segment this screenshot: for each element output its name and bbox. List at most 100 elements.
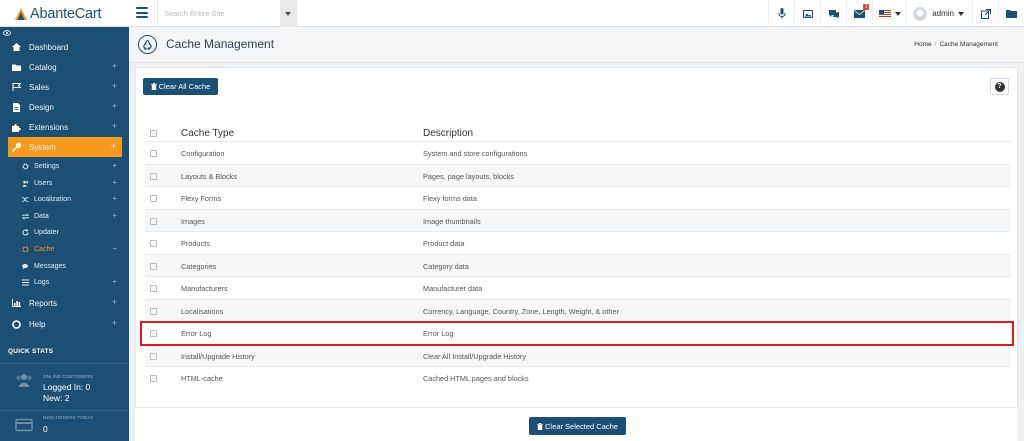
help-button[interactable]: ? (990, 78, 1009, 95)
sidebar-item-logs[interactable]: Logs + (0, 274, 129, 290)
clear-selected-cache-label: Clear Selected Cache (545, 421, 618, 431)
row-checkbox[interactable] (150, 172, 157, 180)
sidebar-item-system[interactable]: System + (8, 137, 122, 157)
row-checkbox[interactable] (150, 285, 157, 292)
description-cell: Clear All Install/Upgrade History (423, 351, 527, 361)
row-checkbox[interactable] (150, 330, 157, 337)
new-orders-caption: NEW ORDERS TODAY (43, 415, 94, 420)
sidebar-item-updater[interactable]: Updater (0, 224, 129, 240)
breadcrumb-home[interactable]: Home (914, 41, 931, 48)
collapse-icon[interactable]: − (112, 245, 117, 253)
row-checkbox[interactable] (150, 217, 157, 225)
expand-icon[interactable]: + (112, 122, 117, 131)
table-row: Flexy Forms Flexy forms data (145, 186, 1011, 209)
expand-icon[interactable]: + (112, 278, 117, 286)
voice-search-button[interactable] (768, 0, 794, 27)
cache-panel: Clear All Cache ? Cache Type Description… (135, 67, 1018, 441)
folder-icon (12, 63, 21, 72)
microphone-icon (778, 8, 786, 19)
cache-type-cell: Products (181, 239, 210, 248)
sidebar-item-dashboard[interactable]: Dashboard (0, 37, 129, 57)
table-row: Configuration System and store configura… (145, 141, 1011, 164)
exchange-icon (22, 212, 29, 220)
messages-button[interactable] (820, 0, 846, 27)
credit-card-icon (15, 418, 33, 432)
cache-type-cell: Images (181, 216, 205, 226)
online-customers-stat: ONLINE CUSTOMERS Logged In: 0 New: 2 (0, 363, 129, 409)
table-row: Localisations Currency, Language, Countr… (145, 298, 1011, 321)
logo[interactable]: AbanteCart (0, 0, 129, 27)
clear-all-cache-label: Clear All Cache (158, 82, 211, 91)
open-storefront-button[interactable] (972, 0, 998, 27)
row-checkbox[interactable] (150, 195, 157, 202)
table-row: Manufacturers Manufacturer data (145, 276, 1011, 299)
sidebar-item-label: Design (29, 102, 54, 112)
expand-icon[interactable]: + (112, 162, 117, 170)
sidebar-item-data[interactable]: Data + (0, 208, 129, 224)
sidebar-item-users[interactable]: Users + (0, 175, 129, 191)
sidebar-item-label: Data (34, 212, 49, 220)
sidebar-item-design[interactable]: Design + (0, 97, 129, 117)
expand-icon[interactable]: + (112, 298, 117, 307)
eye-icon[interactable] (3, 30, 11, 36)
breadcrumb: Home / Cache Management (914, 41, 998, 48)
table-row: Categories Category data (145, 253, 1011, 276)
comments-icon (828, 9, 839, 18)
page-header: Cache Management Home / Cache Management (129, 27, 1024, 63)
expand-icon[interactable]: + (112, 212, 117, 220)
menu-toggle-icon[interactable] (136, 7, 148, 19)
expand-icon[interactable]: + (112, 195, 117, 203)
table-row: Images Image thumbnails (145, 208, 1011, 231)
user-menu[interactable]: admin (906, 0, 972, 27)
row-checkbox[interactable] (150, 375, 157, 382)
description-cell: Manufacturer data (423, 284, 483, 293)
expand-icon[interactable]: + (112, 62, 117, 71)
sidebar-item-help[interactable]: Help + (0, 314, 129, 334)
new-orders-stat: NEW ORDERS TODAY 0 (0, 410, 129, 441)
cache-type-cell: Layouts & Blocks (181, 171, 237, 181)
sidebar-item-extensions[interactable]: Extensions + (0, 117, 129, 137)
select-all-checkbox[interactable] (150, 130, 157, 137)
table-row: Products Product data (145, 231, 1011, 254)
clear-selected-cache-button[interactable]: Clear Selected Cache (529, 417, 626, 435)
expand-icon[interactable]: + (112, 179, 117, 187)
media-button[interactable] (794, 0, 820, 27)
cache-type-cell: Flexy Forms (181, 194, 222, 203)
description-cell: Product data (423, 239, 465, 248)
gears-icon (22, 163, 29, 170)
expand-icon[interactable]: + (112, 319, 117, 328)
sidebar-item-label: Dashboard (29, 42, 69, 52)
chart-icon (12, 299, 21, 308)
sidebar-item-sales[interactable]: Sales + (0, 77, 129, 97)
clear-all-cache-button[interactable]: Clear All Cache (143, 78, 218, 95)
breadcrumb-current: Cache Management (939, 41, 998, 48)
search-dropdown-button[interactable] (280, 0, 296, 27)
sidebar-item-reports[interactable]: Reports + (0, 293, 129, 313)
sidebar-item-messages[interactable]: Messages (0, 258, 129, 274)
language-select[interactable] (872, 0, 906, 27)
description-cell: Cached HTML pages and blocks (423, 374, 529, 383)
sidebar-item-cache[interactable]: Cache − (0, 241, 129, 257)
row-checkbox[interactable] (150, 240, 157, 247)
expand-icon[interactable]: + (111, 142, 116, 151)
trash-icon (537, 422, 544, 430)
expand-icon[interactable]: + (112, 102, 117, 111)
description-cell: Pages, page layouts, blocks (423, 171, 514, 181)
row-checkbox[interactable] (150, 307, 157, 315)
sidebar-item-label: Users (34, 179, 53, 187)
flag-icon (12, 83, 21, 92)
expand-icon[interactable]: + (112, 82, 117, 91)
folder-icon (1006, 10, 1017, 18)
file-manager-button[interactable] (998, 0, 1024, 27)
mail-button[interactable]: 1 (846, 0, 872, 27)
sidebar-item-label: Help (29, 319, 46, 329)
row-checkbox[interactable] (150, 262, 157, 270)
sidebar-item-settings[interactable]: Settings + (0, 158, 129, 174)
row-checkbox[interactable] (150, 352, 157, 360)
main-content: Cache Management Home / Cache Management C… (129, 27, 1024, 441)
sidebar-item-localization[interactable]: Localization + (0, 191, 129, 207)
sidebar-item-catalog[interactable]: Catalog + (0, 57, 129, 77)
search-input[interactable] (158, 1, 280, 26)
row-checkbox[interactable] (150, 150, 157, 157)
online-customers-caption: ONLINE CUSTOMERS (43, 374, 93, 379)
